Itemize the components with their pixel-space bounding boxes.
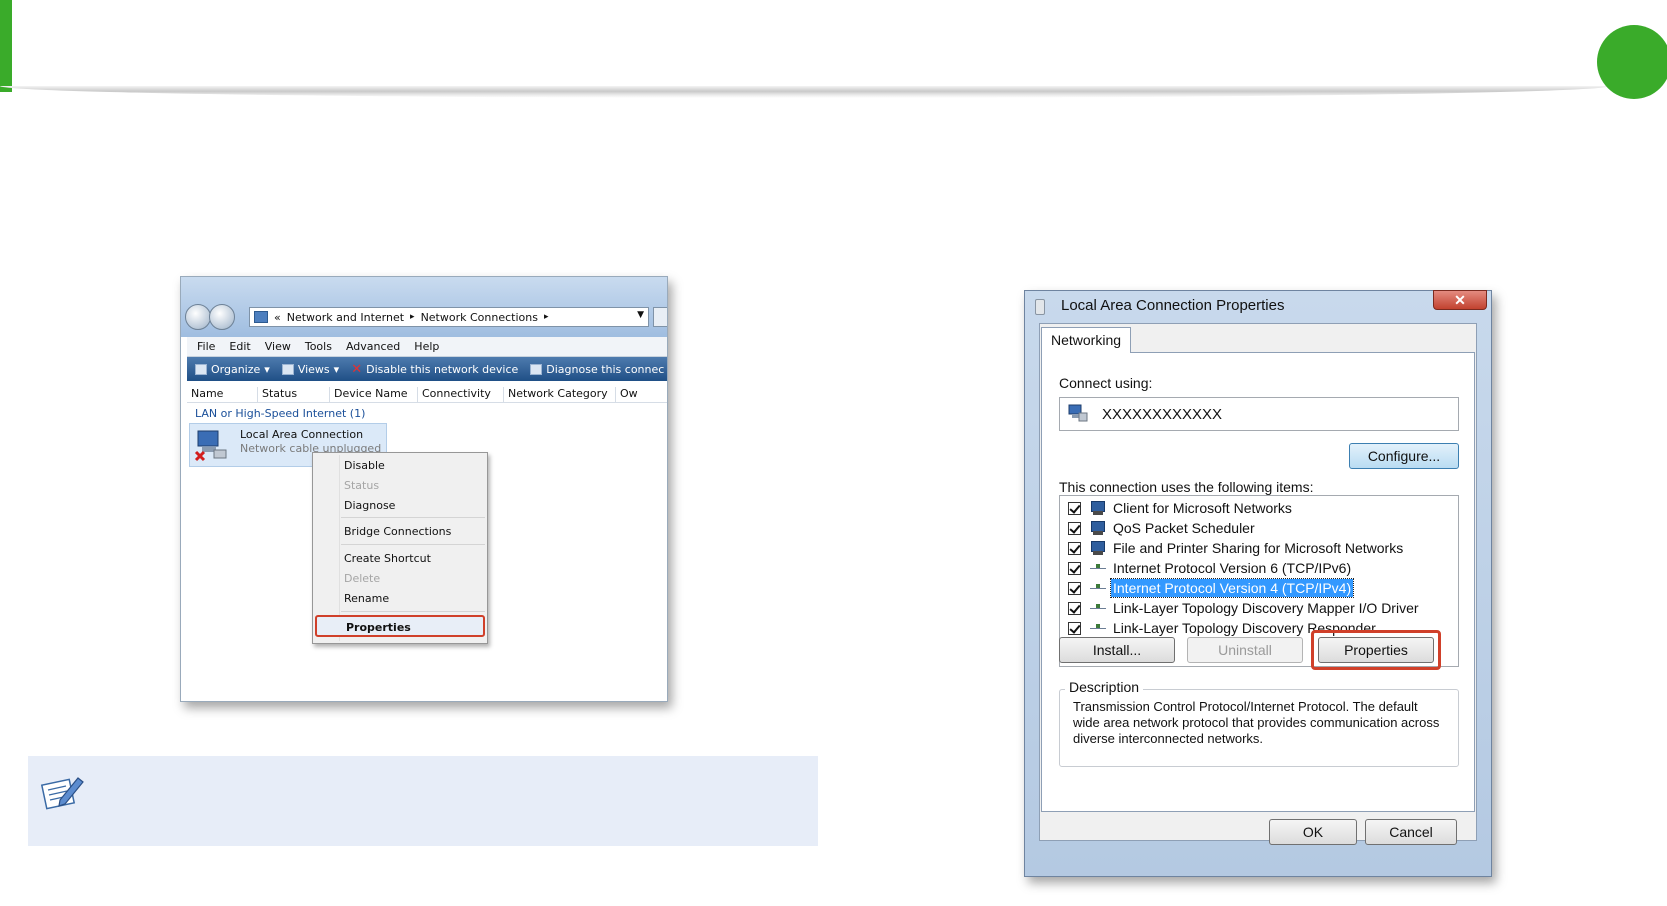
column-headers: Name Status Device Name Connectivity Net…: [187, 383, 667, 403]
cancel-button[interactable]: Cancel: [1365, 819, 1457, 845]
menu-item-diagnose[interactable]: Diagnose: [344, 499, 395, 512]
network-service-icon: [1089, 540, 1107, 556]
menu-item-properties[interactable]: Properties: [315, 615, 485, 637]
ok-button[interactable]: OK: [1269, 819, 1357, 845]
close-button[interactable]: ✕: [1433, 290, 1487, 310]
items-label: This connection uses the following items…: [1059, 479, 1314, 495]
breadcrumb-network-and-internet[interactable]: Network and Internet: [287, 311, 404, 324]
list-item[interactable]: Link-Layer Topology Discovery Mapper I/O…: [1068, 598, 1421, 618]
menu-item-rename[interactable]: Rename: [344, 592, 389, 605]
forward-button[interactable]: [209, 304, 235, 330]
list-item[interactable]: Client for Microsoft Networks: [1068, 498, 1294, 518]
menu-advanced[interactable]: Advanced: [346, 340, 400, 353]
page-marker-circle: [1597, 25, 1667, 99]
tab-networking[interactable]: Networking: [1041, 327, 1131, 353]
views-button[interactable]: Views ▾: [281, 362, 340, 376]
checkbox[interactable]: [1068, 581, 1081, 595]
description-text: Transmission Control Protocol/Internet P…: [1073, 699, 1440, 746]
adapter-name: XXXXXXXXXXXX: [1102, 406, 1223, 423]
folder-icon: [254, 311, 268, 323]
context-menu: Disable Status Diagnose Bridge Connectio…: [312, 452, 488, 644]
breadcrumb-network-connections[interactable]: Network Connections: [421, 311, 538, 324]
protocol-icon: [1089, 600, 1107, 616]
breadcrumb-chevron-icon[interactable]: ▸: [544, 312, 549, 322]
refresh-button[interactable]: [653, 307, 667, 327]
menu-item-create-shortcut[interactable]: Create Shortcut: [344, 552, 431, 565]
network-adapter-icon: [194, 430, 227, 462]
disable-device-button[interactable]: ✕ Disable this network device: [351, 363, 518, 376]
network-client-icon: [1089, 500, 1107, 516]
address-dropdown-icon[interactable]: ▼: [637, 310, 644, 320]
organize-button[interactable]: Organize ▾: [195, 363, 270, 376]
menu-edit[interactable]: Edit: [229, 340, 250, 353]
address-overflow[interactable]: «: [274, 311, 281, 324]
list-item-selected[interactable]: Internet Protocol Version 4 (TCP/IPv4): [1068, 578, 1355, 598]
column-name[interactable]: Name: [187, 387, 223, 403]
list-item[interactable]: Internet Protocol Version 6 (TCP/IPv6): [1068, 558, 1353, 578]
menu-tools[interactable]: Tools: [305, 340, 332, 353]
network-adapter-icon: [1068, 404, 1088, 422]
menu-item-disable[interactable]: Disable: [344, 459, 385, 472]
header-accent-bar: [0, 0, 12, 92]
diagnose-connection-button[interactable]: Diagnose this connec: [530, 363, 664, 376]
checkbox[interactable]: [1068, 621, 1081, 635]
diagnose-icon: [530, 363, 543, 375]
properties-highlight: [1311, 630, 1441, 670]
configure-button[interactable]: Configure...: [1349, 443, 1459, 469]
list-item[interactable]: QoS Packet Scheduler: [1068, 518, 1257, 538]
red-x-icon: ✕: [351, 361, 363, 377]
dialog-title: Local Area Connection Properties: [1061, 297, 1285, 314]
connection-name: Local Area Connection: [240, 428, 364, 441]
dialog-title-icon: [1035, 299, 1045, 315]
menu-gutter: [339, 455, 340, 641]
header-divider: [0, 86, 1610, 98]
protocol-icon: [1089, 560, 1107, 576]
back-button[interactable]: [185, 304, 211, 330]
menu-help[interactable]: Help: [414, 340, 439, 353]
menu-item-status: Status: [344, 479, 380, 492]
network-connections-window: « Network and Internet ▸ Network Connect…: [180, 276, 668, 702]
checkbox[interactable]: [1068, 561, 1081, 575]
column-device-name[interactable]: Device Name: [329, 387, 408, 403]
checkbox[interactable]: [1068, 521, 1081, 535]
menu-bar: File Edit View Tools Advanced Help: [187, 337, 667, 357]
menu-item-bridge-connections[interactable]: Bridge Connections: [344, 525, 451, 538]
column-connectivity[interactable]: Connectivity: [417, 387, 491, 403]
command-bar: Organize ▾ Views ▾ ✕ Disable this networ…: [187, 357, 667, 381]
checkbox[interactable]: [1068, 541, 1081, 555]
group-label: LAN or High-Speed Internet (1): [195, 407, 366, 420]
network-service-icon: [1089, 520, 1107, 536]
list-item[interactable]: File and Printer Sharing for Microsoft N…: [1068, 538, 1405, 558]
column-status[interactable]: Status: [257, 387, 297, 403]
chevron-down-icon: ▾: [264, 362, 270, 376]
protocol-icon: [1089, 580, 1107, 596]
menu-view[interactable]: View: [265, 340, 291, 353]
breadcrumb-chevron-icon[interactable]: ▸: [410, 312, 415, 322]
menu-item-delete: Delete: [344, 572, 381, 585]
note-pencil-icon: [40, 777, 84, 810]
organize-icon: [195, 363, 207, 375]
lan-properties-dialog: Local Area Connection Properties ✕ Netwo…: [1024, 290, 1492, 877]
column-owner[interactable]: Ow: [615, 387, 638, 403]
connect-using-label: Connect using:: [1059, 375, 1153, 391]
install-button[interactable]: Install...: [1059, 637, 1175, 663]
checkbox[interactable]: [1068, 601, 1081, 615]
menu-separator: [341, 517, 485, 518]
checkbox[interactable]: [1068, 501, 1081, 515]
menu-file[interactable]: File: [197, 340, 215, 353]
note-box: [28, 756, 818, 846]
menu-separator: [341, 544, 485, 545]
chevron-down-icon: ▾: [333, 362, 340, 376]
protocol-icon: [1089, 620, 1107, 636]
address-bar[interactable]: « Network and Internet ▸ Network Connect…: [249, 307, 649, 327]
menu-separator: [341, 611, 485, 612]
column-network-category[interactable]: Network Category: [503, 387, 608, 403]
adapter-field: XXXXXXXXXXXX: [1059, 397, 1459, 431]
description-label: Description: [1065, 679, 1144, 695]
uninstall-button: Uninstall: [1187, 637, 1303, 663]
views-icon: [281, 363, 294, 375]
